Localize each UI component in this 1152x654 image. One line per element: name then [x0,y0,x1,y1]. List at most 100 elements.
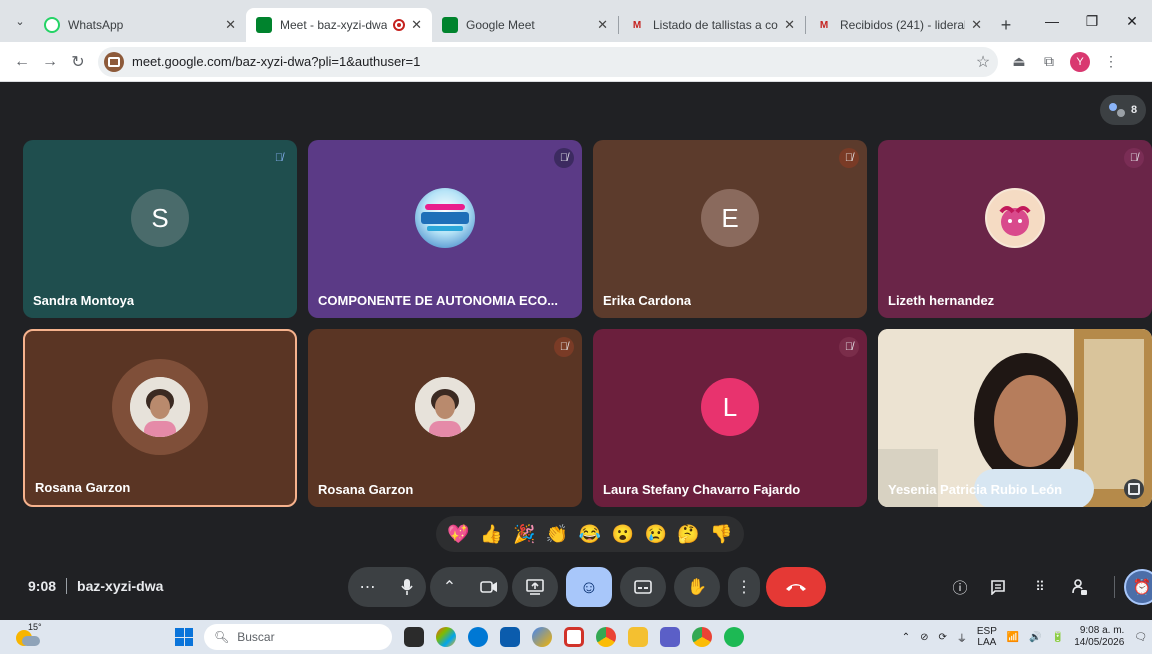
extensions-icon[interactable]: ⧉ [1034,53,1064,70]
clap-reaction[interactable]: 👏 [544,525,570,543]
bookmark-star-icon[interactable]: ☆ [968,52,998,72]
windows-start-icon[interactable] [175,628,193,646]
audio-settings-button[interactable]: ⋯ [348,567,387,607]
search-placeholder: Buscar [237,630,275,644]
thumbs-up-reaction[interactable]: 👍 [478,525,504,543]
spotify-icon[interactable] [724,627,744,647]
restore-icon[interactable]: ❐ [1072,0,1112,42]
microphone-button[interactable] [387,567,426,607]
meeting-code: baz-xyzi-dwa [77,578,164,594]
participant-name: Sandra Montoya [33,293,135,308]
leave-call-button[interactable] [766,567,826,607]
chrome-icon[interactable] [596,627,616,647]
meeting-details-button[interactable]: ⓘ [946,573,974,601]
media-control-icon[interactable]: ⏏ [1004,53,1034,70]
wifi-icon[interactable]: 📶 [1007,632,1019,643]
edge-icon[interactable] [468,627,488,647]
present-screen-button[interactable] [512,567,558,607]
participant-tile-speaking[interactable]: Rosana Garzon [23,329,297,507]
chrome-profile-icon[interactable] [692,627,712,647]
participant-video-tile[interactable]: Yesenia Patricia Rubio León [878,329,1152,507]
participant-tile[interactable]: S 🎙̸ Sandra Montoya [23,140,297,318]
new-tab-button[interactable]: + [992,8,1020,42]
file-explorer-icon[interactable] [628,627,648,647]
timer-button[interactable]: ⏰ [1124,569,1152,605]
chevron-up-icon[interactable]: ⌃ [902,632,910,643]
thumbs-down-reaction[interactable]: 👎 [708,525,734,543]
mcafee-icon[interactable] [564,627,584,647]
close-icon[interactable]: ✕ [971,17,982,33]
camera-button[interactable] [469,567,508,607]
reload-icon[interactable]: ↻ [64,48,92,76]
back-arrow-icon[interactable]: ← [8,48,36,76]
hand-icon: ✋ [687,579,707,596]
whatsapp-icon [44,17,60,33]
forward-arrow-icon[interactable]: → [36,48,64,76]
participant-tile[interactable]: E 🎙̸ Erika Cardona [593,140,867,318]
taskbar-search[interactable]: 🔍︎ Buscar [204,624,392,650]
close-window-icon[interactable]: ✕ [1112,0,1152,42]
captions-button[interactable] [620,567,666,607]
system-tray: ⌃ ⊘ ⟳ ⏚ ESP LAA 📶 🔊 🔋 9:08 a. m. 14/05/2… [897,620,1152,654]
more-options-button[interactable]: ⋮ [728,567,760,607]
chat-button[interactable] [984,573,1012,601]
clock[interactable]: 9:08 a. m. 14/05/2026 [1074,625,1124,649]
close-icon[interactable]: ✕ [225,17,236,33]
laugh-reaction[interactable]: 😂 [577,525,603,543]
avatar: E [701,189,759,247]
sync-icon[interactable]: ⟳ [938,632,946,643]
participants-button[interactable]: 8 [1100,95,1146,125]
task-view-icon[interactable] [404,627,424,647]
volume-icon[interactable]: 🔊 [1029,632,1041,643]
party-reaction[interactable]: 🎉 [511,525,537,543]
close-icon[interactable]: ✕ [597,17,608,33]
address-bar[interactable]: meet.google.com/baz-xyzi-dwa?pli=1&authu… [98,46,998,77]
raise-hand-button[interactable]: ✋ [674,567,720,607]
minimize-icon[interactable]: — [1032,0,1072,42]
close-icon[interactable]: ✕ [784,17,795,33]
tab-whatsapp[interactable]: WhatsApp ✕ [34,8,246,42]
heart-reaction[interactable]: 💖 [445,525,471,543]
tab-gmail-listado[interactable]: M Listado de tallistas a contrat ✕ [619,8,805,42]
participant-tile[interactable]: 🎙̸ Rosana Garzon [308,329,582,507]
present-icon [526,579,544,595]
chevron-up-icon[interactable]: ⌃ [430,567,469,607]
copilot-icon[interactable] [436,627,456,647]
profile-avatar[interactable]: Y [1070,51,1090,72]
tab-title: WhatsApp [68,18,124,32]
avatar: S [131,189,189,247]
location-off-icon[interactable]: ⊘ [920,632,928,643]
store-icon[interactable] [500,627,520,647]
tab-meet-active[interactable]: Meet - baz-xyzi-dwa ✕ [246,8,432,42]
weather-widget[interactable]: 15° [14,622,42,650]
participant-tile[interactable]: 🎙̸ COMPONENTE DE AUTONOMIA ECO... [308,140,582,318]
meet-icon [256,17,272,33]
browser-toolbar: ← → ↻ meet.google.com/baz-xyzi-dwa?pli=1… [0,42,1152,82]
participant-tile[interactable]: 🎙̸ Lizeth hernandez [878,140,1152,318]
pin-icon[interactable] [1124,479,1144,499]
google-app-icon[interactable] [532,627,552,647]
hang-up-icon [786,584,806,591]
surprised-reaction[interactable]: 😮 [610,525,636,543]
usb-icon[interactable]: ⏚ [957,630,967,645]
kebab-menu-icon: ⋮ [736,579,752,596]
meet-icon [442,17,458,33]
notification-icon[interactable]: 🗨 [1134,632,1147,643]
site-info-icon[interactable] [104,51,124,72]
kebab-menu-icon[interactable]: ⋮ [1096,53,1126,70]
battery-icon[interactable]: 🔋 [1052,632,1064,643]
host-controls-button[interactable] [1066,573,1094,601]
sad-reaction[interactable]: 😢 [643,525,669,543]
activities-button[interactable]: ⠿ [1026,573,1054,601]
language-indicator[interactable]: ESP LAA [977,626,997,648]
thinking-reaction[interactable]: 🤔 [676,525,702,543]
emoji-reactions-button[interactable]: ☺ [566,567,612,607]
participant-name: Yesenia Patricia Rubio León [888,482,1063,497]
tab-gmail-recibidos[interactable]: M Recibidos (241) - lideralojam ✕ [806,8,992,42]
participant-tile[interactable]: L 🎙̸ Laura Stefany Chavarro Fajardo [593,329,867,507]
teams-icon[interactable] [660,627,680,647]
tab-google-meet[interactable]: Google Meet ✕ [432,8,618,42]
url-text: meet.google.com/baz-xyzi-dwa?pli=1&authu… [132,54,421,69]
close-icon[interactable]: ✕ [411,17,422,33]
tab-search-button[interactable]: ⌄ [6,7,34,35]
